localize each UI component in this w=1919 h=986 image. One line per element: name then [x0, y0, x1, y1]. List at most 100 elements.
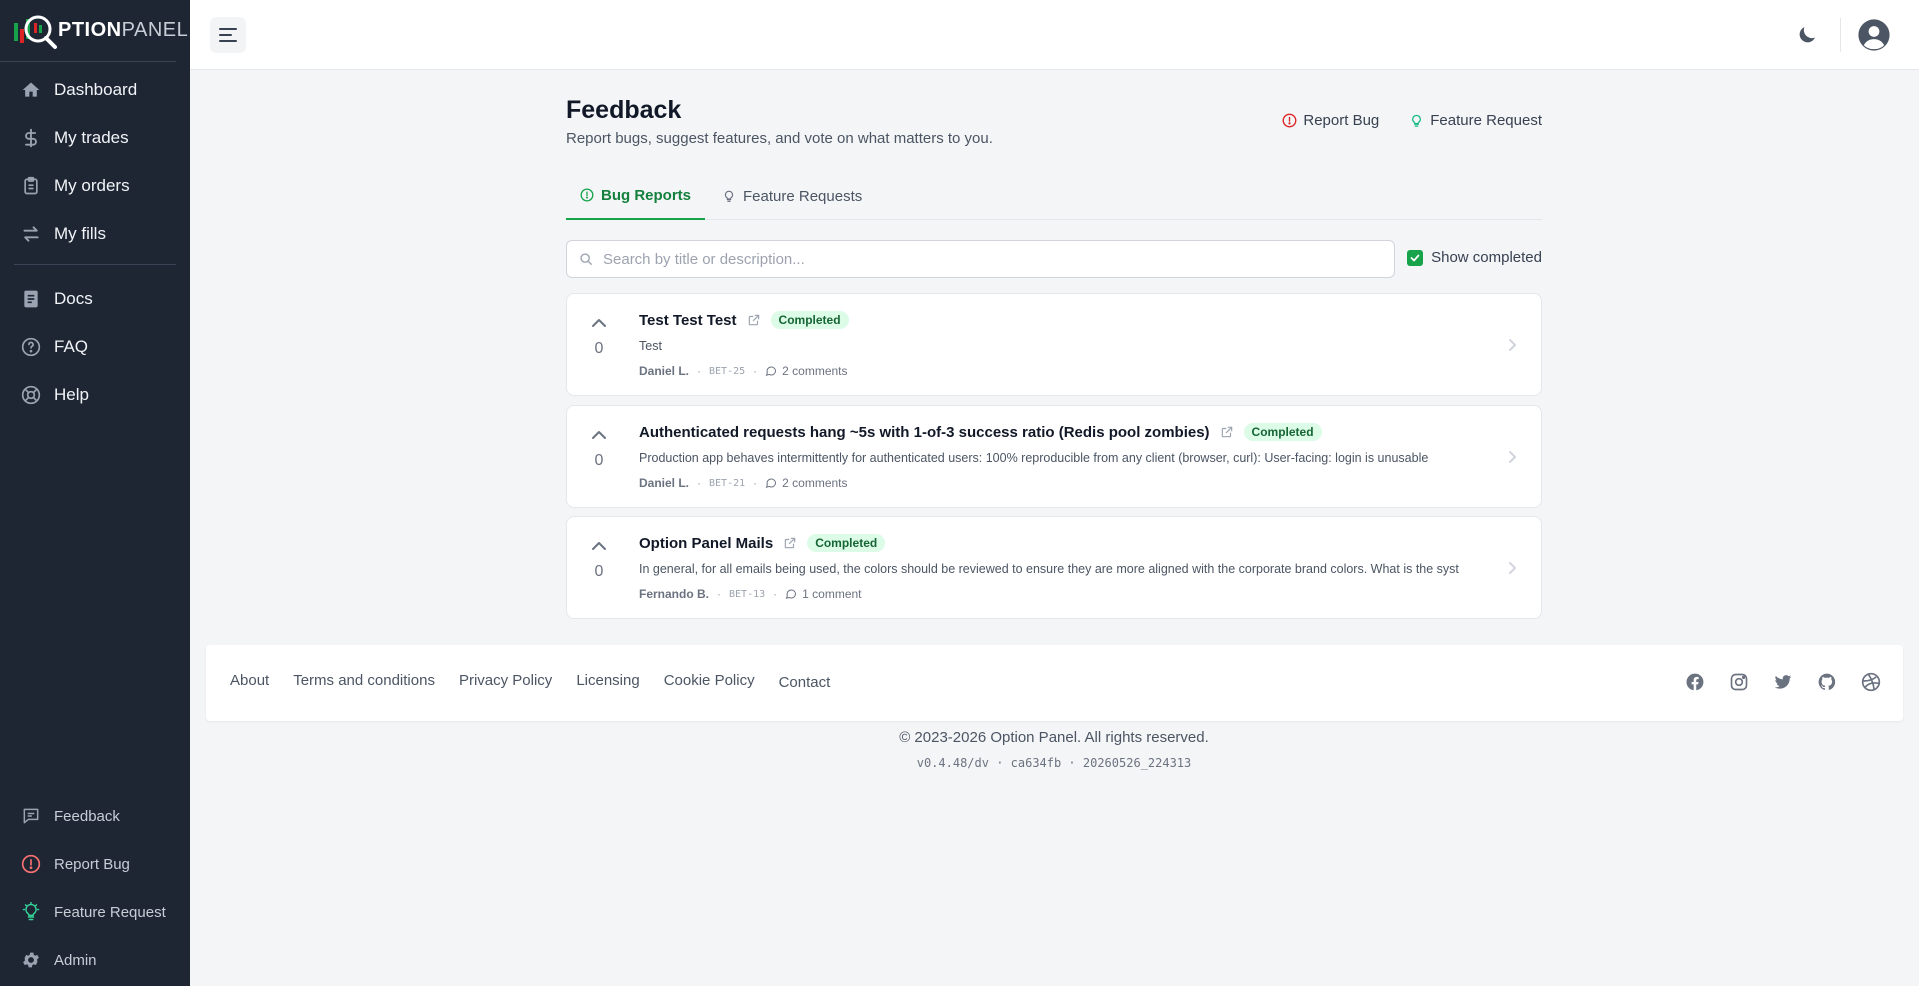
report-bug-label: Report Bug	[1303, 112, 1380, 129]
user-avatar-button[interactable]	[1857, 18, 1891, 52]
feedback-card[interactable]: 0 Authenticated requests hang ~5s with 1…	[566, 405, 1542, 508]
tab-feature-requests[interactable]: Feature Requests	[722, 172, 862, 220]
meta-separator: ·	[717, 587, 722, 601]
upvote-button[interactable]	[589, 318, 609, 334]
sidebar-bottom-nav: Feedback Report Bug Feature Request Admi…	[0, 792, 190, 984]
meta-separator: ·	[753, 364, 758, 378]
logo-text-secondary: PANEL	[121, 19, 189, 41]
sidebar-item-docs[interactable]: Docs	[0, 275, 190, 323]
external-link-icon[interactable]	[1220, 425, 1234, 439]
lightbulb-icon	[1412, 114, 1422, 127]
card-description: Production app behaves intermittently fo…	[639, 451, 1429, 465]
search-box	[566, 240, 1395, 278]
sidebar-item-help[interactable]: Help	[0, 371, 190, 419]
external-link-icon[interactable]	[783, 536, 797, 550]
chevron-up-icon	[592, 542, 606, 550]
card-author: Daniel L.	[639, 476, 690, 490]
topbar-divider	[1840, 18, 1841, 52]
instagram-icon[interactable]	[1729, 672, 1749, 692]
sidebar-item-dashboard[interactable]: Dashboard	[0, 66, 190, 114]
copyright: © 2023-2026 Option Panel. All rights res…	[899, 729, 1209, 746]
card-meta: Fernando B. · BET-13 · 1 comment	[639, 587, 862, 601]
question-circle-icon	[20, 336, 42, 358]
footer-link-terms[interactable]: Terms and conditions	[293, 672, 435, 691]
search-input[interactable]	[603, 250, 1363, 268]
meta-separator: ·	[753, 476, 758, 490]
gear-icon	[20, 949, 42, 971]
logo[interactable]: PTIONPANEL	[0, 0, 188, 62]
sidebar-divider	[14, 264, 176, 265]
external-link-icon[interactable]	[747, 313, 761, 327]
alert-circle-icon	[20, 853, 42, 875]
sidebar-item-label: FAQ	[54, 337, 89, 356]
card-title: Authenticated requests hang ~5s with 1-o…	[639, 423, 1210, 441]
page-subtitle: Report bugs, suggest features, and vote …	[566, 130, 993, 147]
arrows-exchange-icon	[20, 223, 42, 245]
show-completed-checkbox[interactable]	[1407, 249, 1424, 266]
status-badge: Completed	[1243, 423, 1322, 441]
sidebar-item-report-bug[interactable]: Report Bug	[0, 840, 190, 888]
chevron-right-icon	[1509, 451, 1516, 463]
vote-control: 0	[587, 318, 611, 358]
card-title-row: Option Panel Mails Completed	[639, 534, 886, 552]
dark-mode-toggle[interactable]	[1795, 23, 1819, 47]
facebook-icon[interactable]	[1685, 672, 1705, 692]
sidebar-item-label: My fills	[54, 224, 106, 243]
card-comments: 1 comment	[785, 587, 862, 601]
top-bar	[190, 0, 1919, 70]
sidebar-item-feedback[interactable]: Feedback	[0, 792, 190, 840]
card-author: Daniel L.	[639, 364, 690, 378]
footer-social	[1685, 672, 1881, 692]
comments-count: 2 comments	[782, 476, 848, 490]
footer-link-licensing[interactable]: Licensing	[576, 672, 639, 691]
card-description: Test	[639, 339, 662, 353]
logo-text-primary: PTION	[58, 19, 122, 41]
tab-label: Bug Reports	[601, 186, 691, 204]
footer-links: About Terms and conditions Privacy Polic…	[230, 672, 830, 691]
sidebar-item-faq[interactable]: FAQ	[0, 323, 190, 371]
page-title: Feedback	[566, 96, 682, 124]
user-circle-icon	[1858, 19, 1890, 51]
feature-request-button[interactable]: Feature Request	[1409, 112, 1542, 129]
comment-icon	[785, 589, 797, 599]
meta-separator: ·	[697, 476, 702, 490]
sidebar-item-my-fills[interactable]: My fills	[0, 210, 190, 258]
upvote-button[interactable]	[589, 430, 609, 446]
card-comments: 2 comments	[765, 476, 848, 490]
dribbble-icon[interactable]	[1861, 672, 1881, 692]
feedback-card[interactable]: 0 Test Test Test Completed Test Daniel L…	[566, 293, 1542, 396]
footer-link-cookie[interactable]: Cookie Policy	[664, 672, 755, 691]
sidebar-item-label: Report Bug	[54, 855, 130, 873]
vote-control: 0	[587, 430, 611, 470]
logo-text: PTIONPANEL	[58, 19, 188, 42]
footer-link-about[interactable]: About	[230, 672, 269, 691]
show-completed-toggle[interactable]: Show completed	[1407, 249, 1542, 266]
status-badge: Completed	[770, 311, 849, 329]
card-key: BET-21	[709, 477, 746, 489]
comments-count: 1 comment	[802, 587, 862, 601]
vote-control: 0	[587, 541, 611, 581]
show-completed-label: Show completed	[1431, 249, 1542, 266]
comments-count: 2 comments	[782, 364, 848, 378]
meta-separator: ·	[697, 364, 702, 378]
report-bug-button[interactable]: Report Bug	[1282, 112, 1379, 129]
sidebar-item-my-trades[interactable]: My trades	[0, 114, 190, 162]
sidebar-item-label: My orders	[54, 176, 130, 195]
version-info: v0.4.48/dv · ca634fb · 20260526_224313	[916, 756, 1192, 770]
sidebar-item-feature-request[interactable]: Feature Request	[0, 888, 190, 936]
footer-link-privacy[interactable]: Privacy Policy	[459, 672, 552, 691]
sidebar-item-my-orders[interactable]: My orders	[0, 162, 190, 210]
tab-bug-reports[interactable]: Bug Reports	[566, 172, 705, 220]
feedback-card[interactable]: 0 Option Panel Mails Completed In genera…	[566, 516, 1542, 619]
twitter-icon[interactable]	[1773, 672, 1793, 692]
sidebar: PTIONPANEL Dashboard My trades My orders	[0, 0, 190, 986]
card-title-row: Authenticated requests hang ~5s with 1-o…	[639, 423, 1322, 441]
sidebar-item-admin[interactable]: Admin	[0, 936, 190, 984]
menu-toggle-button[interactable]	[210, 17, 246, 53]
github-icon[interactable]	[1817, 672, 1837, 692]
footer-link-contact[interactable]: Contact	[779, 674, 831, 691]
upvote-button[interactable]	[589, 541, 609, 557]
sidebar-item-label: Docs	[54, 289, 93, 308]
sidebar-item-label: Dashboard	[54, 80, 138, 99]
card-key: BET-13	[729, 588, 766, 600]
